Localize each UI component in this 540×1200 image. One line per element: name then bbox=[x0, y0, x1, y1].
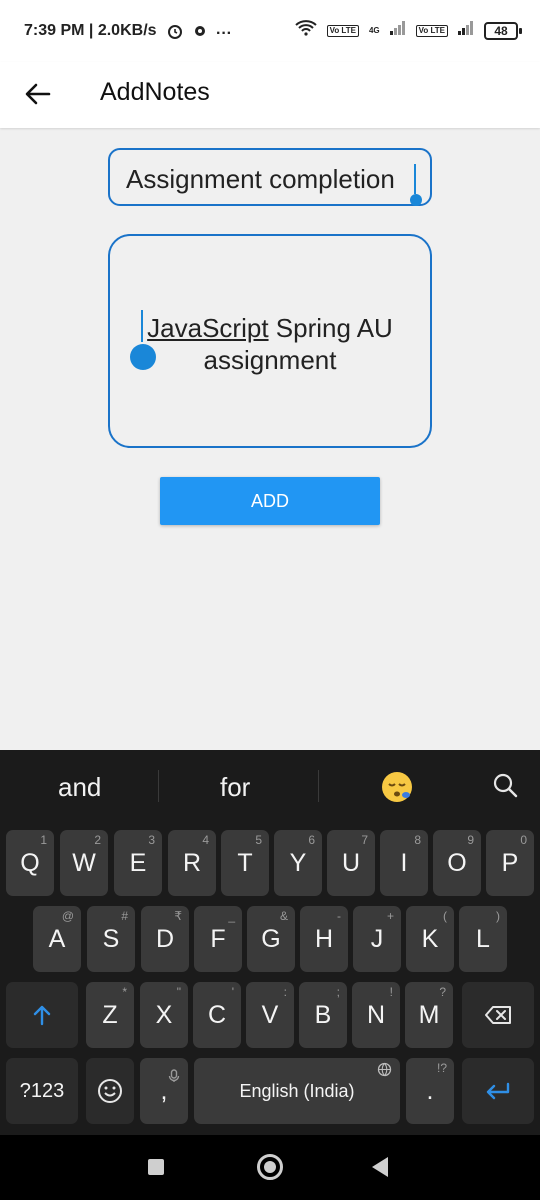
system-nav-bar bbox=[0, 1135, 540, 1200]
suggestion-for[interactable]: for bbox=[220, 772, 250, 803]
key-e[interactable]: E3 bbox=[114, 830, 162, 896]
signal-icon-2 bbox=[458, 21, 474, 40]
status-bar: 7:39 PM | 2.0KB/s ··· Vo LTE 4G Vo LTE 4… bbox=[0, 0, 540, 62]
key-g[interactable]: G & bbox=[247, 906, 295, 972]
status-left-icons: ··· bbox=[166, 22, 232, 45]
key-t[interactable]: T5 bbox=[221, 830, 269, 896]
enter-arrow-icon bbox=[486, 1082, 510, 1100]
note-title-input[interactable]: Assignment completion bbox=[108, 148, 432, 206]
status-time: 7:39 PM | 2.0KB/s bbox=[24, 22, 157, 39]
suggestion-divider bbox=[158, 770, 159, 802]
space-bar[interactable]: English (India) bbox=[194, 1058, 400, 1124]
suggestion-and[interactable]: and bbox=[58, 772, 101, 803]
key-p[interactable]: P0 bbox=[486, 830, 534, 896]
key-w[interactable]: W2 bbox=[60, 830, 108, 896]
globe-icon bbox=[377, 1061, 392, 1082]
status-right-icons: Vo LTE 4G Vo LTE 48 bbox=[294, 20, 522, 41]
key-s[interactable]: S # bbox=[87, 906, 135, 972]
key-y[interactable]: Y6 bbox=[274, 830, 322, 896]
emoji-key[interactable] bbox=[86, 1058, 134, 1124]
volte-tag-2: Vo LTE bbox=[415, 24, 448, 37]
key-l[interactable]: L) bbox=[459, 906, 507, 972]
overflow-dots: ··· bbox=[216, 24, 232, 42]
app-bar: AddNotes bbox=[0, 62, 540, 128]
network-type: 4G bbox=[368, 26, 380, 35]
cursor-handle[interactable] bbox=[130, 344, 156, 370]
battery-icon: 48 bbox=[484, 21, 522, 40]
enter-key[interactable] bbox=[462, 1058, 534, 1124]
key-i[interactable]: I8 bbox=[380, 830, 428, 896]
suggestion-divider bbox=[318, 770, 319, 802]
volte-tag-1: Vo LTE bbox=[326, 24, 359, 37]
soft-keyboard: and for Q1 W2 E3 R4 T5 Y6 U7 I8 O9 P0 A @… bbox=[0, 750, 540, 1135]
key-h[interactable]: H- bbox=[300, 906, 348, 972]
key-f[interactable]: F _ bbox=[194, 906, 242, 972]
text-cursor bbox=[141, 310, 143, 342]
sleepy-emoji-icon[interactable] bbox=[380, 770, 414, 809]
key-c[interactable]: C ' bbox=[193, 982, 241, 1048]
key-j[interactable]: J + bbox=[353, 906, 401, 972]
key-m[interactable]: M? bbox=[405, 982, 453, 1048]
backspace-icon bbox=[485, 1006, 511, 1024]
key-r[interactable]: R4 bbox=[168, 830, 216, 896]
key-v[interactable]: V: bbox=[246, 982, 294, 1048]
key-k[interactable]: K( bbox=[406, 906, 454, 972]
note-body-underlined-word: JavaScript bbox=[147, 313, 269, 343]
microphone-icon bbox=[168, 1061, 180, 1090]
back-button[interactable] bbox=[20, 76, 56, 112]
key-z[interactable]: Z * bbox=[86, 982, 134, 1048]
home-icon[interactable] bbox=[257, 1154, 283, 1180]
comma-key[interactable]: , bbox=[140, 1058, 188, 1124]
backspace-key[interactable] bbox=[462, 982, 534, 1048]
back-arrow-icon bbox=[25, 83, 51, 105]
shift-arrow-icon bbox=[33, 1005, 51, 1026]
settings-gear-icon bbox=[192, 23, 208, 44]
key-n[interactable]: N! bbox=[352, 982, 400, 1048]
note-title-value: Assignment completion bbox=[126, 164, 395, 194]
system-back-icon[interactable] bbox=[372, 1157, 388, 1177]
symbols-key[interactable]: ?123 bbox=[6, 1058, 78, 1124]
recents-icon[interactable] bbox=[148, 1159, 164, 1175]
shift-key[interactable] bbox=[6, 982, 78, 1048]
alarm-icon bbox=[166, 22, 184, 45]
period-key[interactable]: .!? bbox=[406, 1058, 454, 1124]
smiley-icon bbox=[98, 1079, 122, 1103]
key-x[interactable]: X " bbox=[140, 982, 188, 1048]
note-body-input[interactable]: JavaScript Spring AU assignment bbox=[108, 234, 432, 448]
key-b[interactable]: B; bbox=[299, 982, 347, 1048]
key-q[interactable]: Q1 bbox=[6, 830, 54, 896]
add-button[interactable]: ADD bbox=[160, 477, 380, 525]
search-icon[interactable] bbox=[492, 772, 518, 803]
signal-icon-1 bbox=[389, 21, 406, 40]
note-body-value: JavaScript Spring AU assignment bbox=[110, 312, 430, 376]
text-cursor bbox=[414, 164, 416, 194]
key-a[interactable]: A @ bbox=[33, 906, 81, 972]
key-o[interactable]: O9 bbox=[433, 830, 481, 896]
cursor-handle[interactable] bbox=[410, 194, 422, 206]
page-title: AddNotes bbox=[100, 78, 210, 106]
key-d[interactable]: D ₹ bbox=[141, 906, 189, 972]
wifi-icon bbox=[294, 20, 317, 41]
suggestion-bar: and for bbox=[0, 750, 540, 822]
key-u[interactable]: U7 bbox=[327, 830, 375, 896]
